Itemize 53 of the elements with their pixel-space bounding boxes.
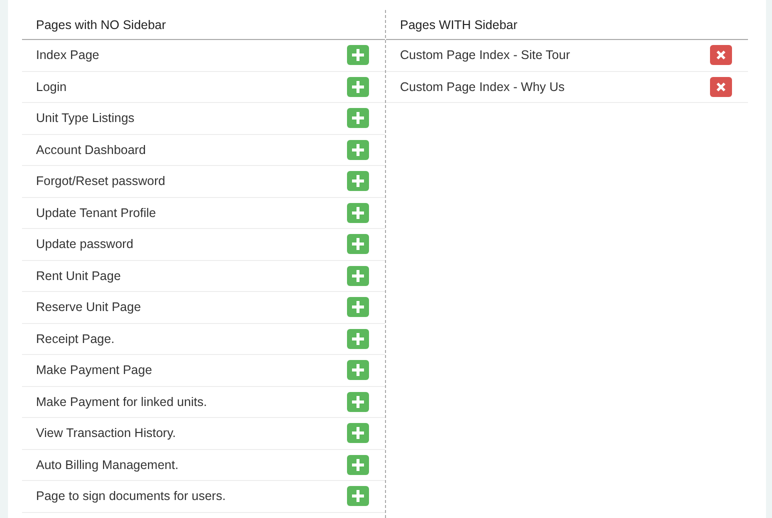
column-heading: Pages with NO Sidebar bbox=[22, 10, 385, 40]
page-name: Update Tenant Profile bbox=[36, 206, 156, 220]
add-button[interactable] bbox=[347, 108, 369, 128]
page-name: Account Dashboard bbox=[36, 142, 146, 157]
plus-icon bbox=[352, 364, 364, 376]
plus-icon bbox=[352, 80, 364, 93]
add-button[interactable] bbox=[347, 202, 369, 223]
page-name: Index Page bbox=[36, 48, 100, 62]
page-name: Auto Billing Management. bbox=[36, 458, 178, 472]
plus-icon bbox=[352, 175, 364, 188]
add-button[interactable] bbox=[347, 360, 369, 380]
page-name: Custom Page Index - Site Tour bbox=[400, 48, 570, 62]
page-name: Login bbox=[36, 80, 67, 94]
page-name: Rent Unit Page bbox=[36, 268, 121, 283]
add-button[interactable] bbox=[347, 328, 369, 349]
add-button[interactable] bbox=[347, 171, 369, 192]
plus-icon bbox=[352, 332, 364, 345]
plus-icon bbox=[352, 144, 364, 156]
plus-icon bbox=[352, 396, 364, 408]
remove-button[interactable] bbox=[710, 45, 732, 66]
plus-icon bbox=[352, 206, 364, 219]
plus-icon bbox=[352, 490, 364, 502]
plus-icon bbox=[352, 49, 364, 62]
page-name: Make Payment for linked units. bbox=[36, 394, 207, 409]
page-name: Update password bbox=[36, 237, 134, 252]
close-icon bbox=[716, 50, 726, 60]
add-button[interactable] bbox=[347, 486, 369, 506]
page-name: Receipt Page. bbox=[36, 332, 115, 346]
column-heading: Pages WITH Sidebar bbox=[386, 10, 748, 40]
add-button[interactable] bbox=[347, 76, 369, 97]
add-button[interactable] bbox=[347, 392, 369, 412]
remove-button[interactable] bbox=[710, 76, 732, 97]
plus-icon bbox=[352, 427, 364, 440]
page-name: Make Payment Page bbox=[36, 363, 152, 378]
add-button[interactable] bbox=[347, 454, 369, 475]
page-name: Forgot/Reset password bbox=[36, 174, 166, 188]
add-button[interactable] bbox=[347, 297, 369, 318]
plus-icon bbox=[352, 112, 364, 124]
page-name: Custom Page Index - Why Us bbox=[400, 80, 565, 94]
add-button[interactable] bbox=[347, 234, 369, 254]
page-name: View Transaction History. bbox=[36, 426, 176, 440]
add-button[interactable] bbox=[347, 140, 369, 160]
plus-icon bbox=[352, 238, 364, 250]
page-name: Unit Type Listings bbox=[36, 111, 134, 126]
add-button[interactable] bbox=[347, 423, 369, 444]
plus-icon bbox=[352, 270, 364, 282]
plus-icon bbox=[352, 458, 364, 471]
close-icon bbox=[716, 82, 726, 92]
add-button[interactable] bbox=[347, 45, 369, 66]
add-button[interactable] bbox=[347, 266, 369, 286]
page-name: Reserve Unit Page bbox=[36, 300, 141, 314]
page-name: Page to sign documents for users. bbox=[36, 489, 226, 504]
plus-icon bbox=[352, 301, 364, 314]
